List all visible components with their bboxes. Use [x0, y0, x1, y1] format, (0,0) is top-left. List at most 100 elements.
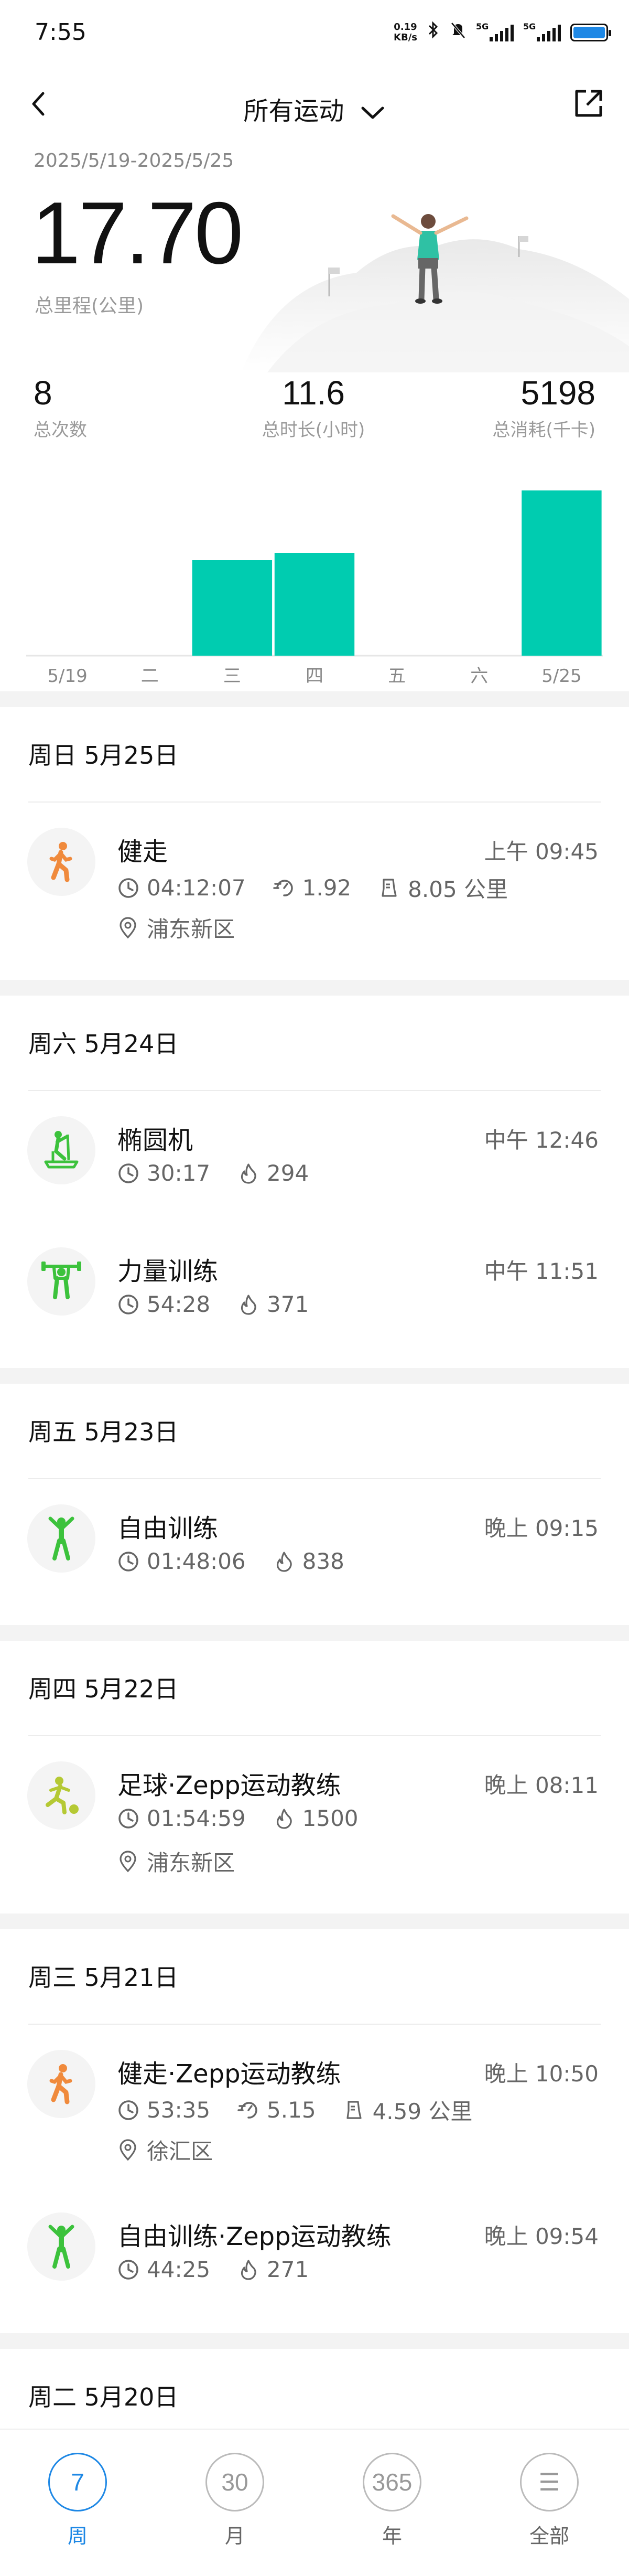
- nav-all[interactable]: ☰ 全部: [497, 2453, 602, 2549]
- day-divider: [28, 801, 601, 803]
- activity-item[interactable]: 健走·Zepp运动教练 晚上 10:50 53:35 5.15 4.59 公里 徐汇区: [0, 2050, 629, 2165]
- metric-value: 01:48:06: [147, 1548, 246, 1574]
- activity-time: 中午 12:46: [484, 1127, 599, 1153]
- chart-bar-2: [192, 560, 273, 656]
- location-text: 徐汇区: [147, 2139, 213, 2164]
- activity-name: 健走·Zepp运动教练: [117, 2059, 341, 2089]
- status-time: 7:55: [35, 19, 86, 46]
- flame-icon: [273, 1551, 302, 1573]
- activity-time: 晚上 08:11: [484, 1772, 599, 1798]
- net-speed-value: 0.19: [394, 21, 417, 33]
- net-speed: 0.19 KB/s: [394, 22, 417, 43]
- metric: 5.15: [237, 2097, 316, 2123]
- activity-metrics: 30:17 294: [117, 1160, 336, 1186]
- stat-total-duration: 11.6 总时长(小时): [256, 373, 371, 441]
- metric-value: 5.15: [267, 2097, 316, 2123]
- day-header: 周五 5月23日: [28, 1418, 179, 1446]
- day-divider: [28, 1478, 601, 1479]
- clock-icon: [117, 1162, 147, 1184]
- activity-item[interactable]: 健走 上午 09:45 04:12:07 1.92 8.05 公里 浦东新区: [0, 828, 629, 943]
- metric: 44:25: [117, 2257, 210, 2282]
- metric-value: 8.05 公里: [408, 877, 508, 902]
- activity-time: 晚上 09:54: [484, 2224, 599, 2249]
- activity-item[interactable]: 自由训练·Zepp运动教练 晚上 09:54 44:25 271: [0, 2212, 629, 2291]
- clock-icon: [117, 1551, 147, 1573]
- elliptical-icon: [27, 1116, 95, 1184]
- metric: 1.92: [273, 875, 351, 901]
- pace-icon: [237, 2099, 267, 2121]
- net-speed-unit: KB/s: [394, 31, 417, 43]
- x-tick-label: 二: [141, 666, 159, 687]
- metric: 8.05 公里: [378, 872, 508, 904]
- sport-filter-dropdown[interactable]: 所有运动: [0, 90, 629, 127]
- nav-year[interactable]: 365 年: [340, 2453, 444, 2549]
- clock-icon: [117, 2099, 147, 2121]
- location-text: 浦东新区: [147, 916, 235, 942]
- activity-item[interactable]: 自由训练 晚上 09:15 01:48:06 838: [0, 1504, 629, 1583]
- activity-time: 晚上 09:15: [484, 1515, 599, 1541]
- metric: 838: [273, 1548, 344, 1574]
- day-divider: [28, 1735, 601, 1736]
- stat-total-count: 8 总次数: [34, 373, 87, 441]
- x-tick-label: 5/19: [47, 666, 87, 687]
- status-bar: 7:55 0.19 KB/s 5G 5G: [0, 0, 629, 68]
- nav-year-label: 年: [382, 2525, 402, 2548]
- share-button[interactable]: [571, 86, 606, 121]
- nav-month-label: 月: [224, 2525, 245, 2548]
- activity-metrics: 01:48:06 838: [117, 1548, 372, 1574]
- location-pin-icon: [117, 2139, 147, 2161]
- activity-location: 徐汇区: [117, 2134, 213, 2166]
- signal-tag-2: 5G: [523, 21, 536, 31]
- flame-icon: [237, 2259, 267, 2281]
- pace-icon: [273, 877, 302, 899]
- location-text: 浦东新区: [147, 1850, 235, 1876]
- total-calories-value: 5198: [520, 374, 595, 412]
- activity-metrics: 04:12:07 1.92 8.05 公里: [117, 872, 535, 904]
- metric-value: 04:12:07: [147, 875, 246, 901]
- total-distance-value: 17.70: [31, 184, 243, 282]
- metric-value: 54:28: [147, 1291, 211, 1317]
- day-header: 周六 5月24日: [28, 1030, 179, 1058]
- activity-metrics: 53:35 5.15 4.59 公里: [117, 2094, 500, 2126]
- activity-time: 上午 09:45: [484, 839, 599, 864]
- signal-5g-icon-1: 5G: [476, 22, 514, 41]
- chart-bar-6: [522, 490, 602, 656]
- activity-item[interactable]: 椭圆机 中午 12:46 30:17 294: [0, 1116, 629, 1195]
- nav-all-circle: ☰: [520, 2453, 579, 2511]
- nav-month[interactable]: 30 月: [182, 2453, 287, 2549]
- metric-value: 4.59 公里: [372, 2099, 473, 2124]
- flame-icon: [273, 1808, 302, 1830]
- activity-metrics: 01:54:59 1500: [117, 1805, 386, 1831]
- walking-icon: [27, 2050, 95, 2118]
- metric: 30:17: [117, 1160, 210, 1186]
- activity-name: 足球·Zepp运动教练: [117, 1771, 341, 1800]
- metric: 1500: [273, 1805, 359, 1831]
- total-count-value: 8: [34, 374, 52, 412]
- nav-year-circle: 365: [363, 2453, 421, 2511]
- metric-value: 271: [267, 2257, 309, 2282]
- section-gap: [0, 980, 629, 996]
- nav-week-label: 周: [67, 2525, 88, 2548]
- nav-week-circle: 7: [48, 2453, 107, 2511]
- shoe-icon: [343, 2099, 373, 2121]
- metric: 294: [237, 1160, 309, 1186]
- x-tick-label: 5/25: [541, 666, 581, 687]
- activity-time: 晚上 10:50: [484, 2061, 599, 2087]
- walking-icon: [27, 828, 95, 896]
- activity-location: 浦东新区: [117, 1845, 235, 1877]
- activity-metrics: 44:25 271: [117, 2257, 336, 2282]
- activity-name: 力量训练: [117, 1257, 219, 1286]
- mute-bell-icon: [450, 21, 467, 44]
- total-calories-label: 总消耗(千卡): [492, 420, 595, 441]
- nav-month-circle: 30: [205, 2453, 264, 2511]
- metric-value: 1500: [302, 1805, 359, 1831]
- signal-5g-icon-2: 5G: [523, 21, 561, 41]
- page-title: 所有运动: [243, 97, 344, 126]
- shoe-icon: [378, 877, 408, 899]
- battery-icon: [570, 23, 611, 41]
- activity-item[interactable]: 足球·Zepp运动教练 晚上 08:11 01:54:59 1500 浦东新区: [0, 1761, 629, 1877]
- nav-week[interactable]: 7 周: [25, 2453, 130, 2549]
- activity-item[interactable]: 力量训练 中午 11:51 54:28 371: [0, 1247, 629, 1326]
- free-training-icon: [27, 2212, 95, 2281]
- location-pin-icon: [117, 1850, 147, 1873]
